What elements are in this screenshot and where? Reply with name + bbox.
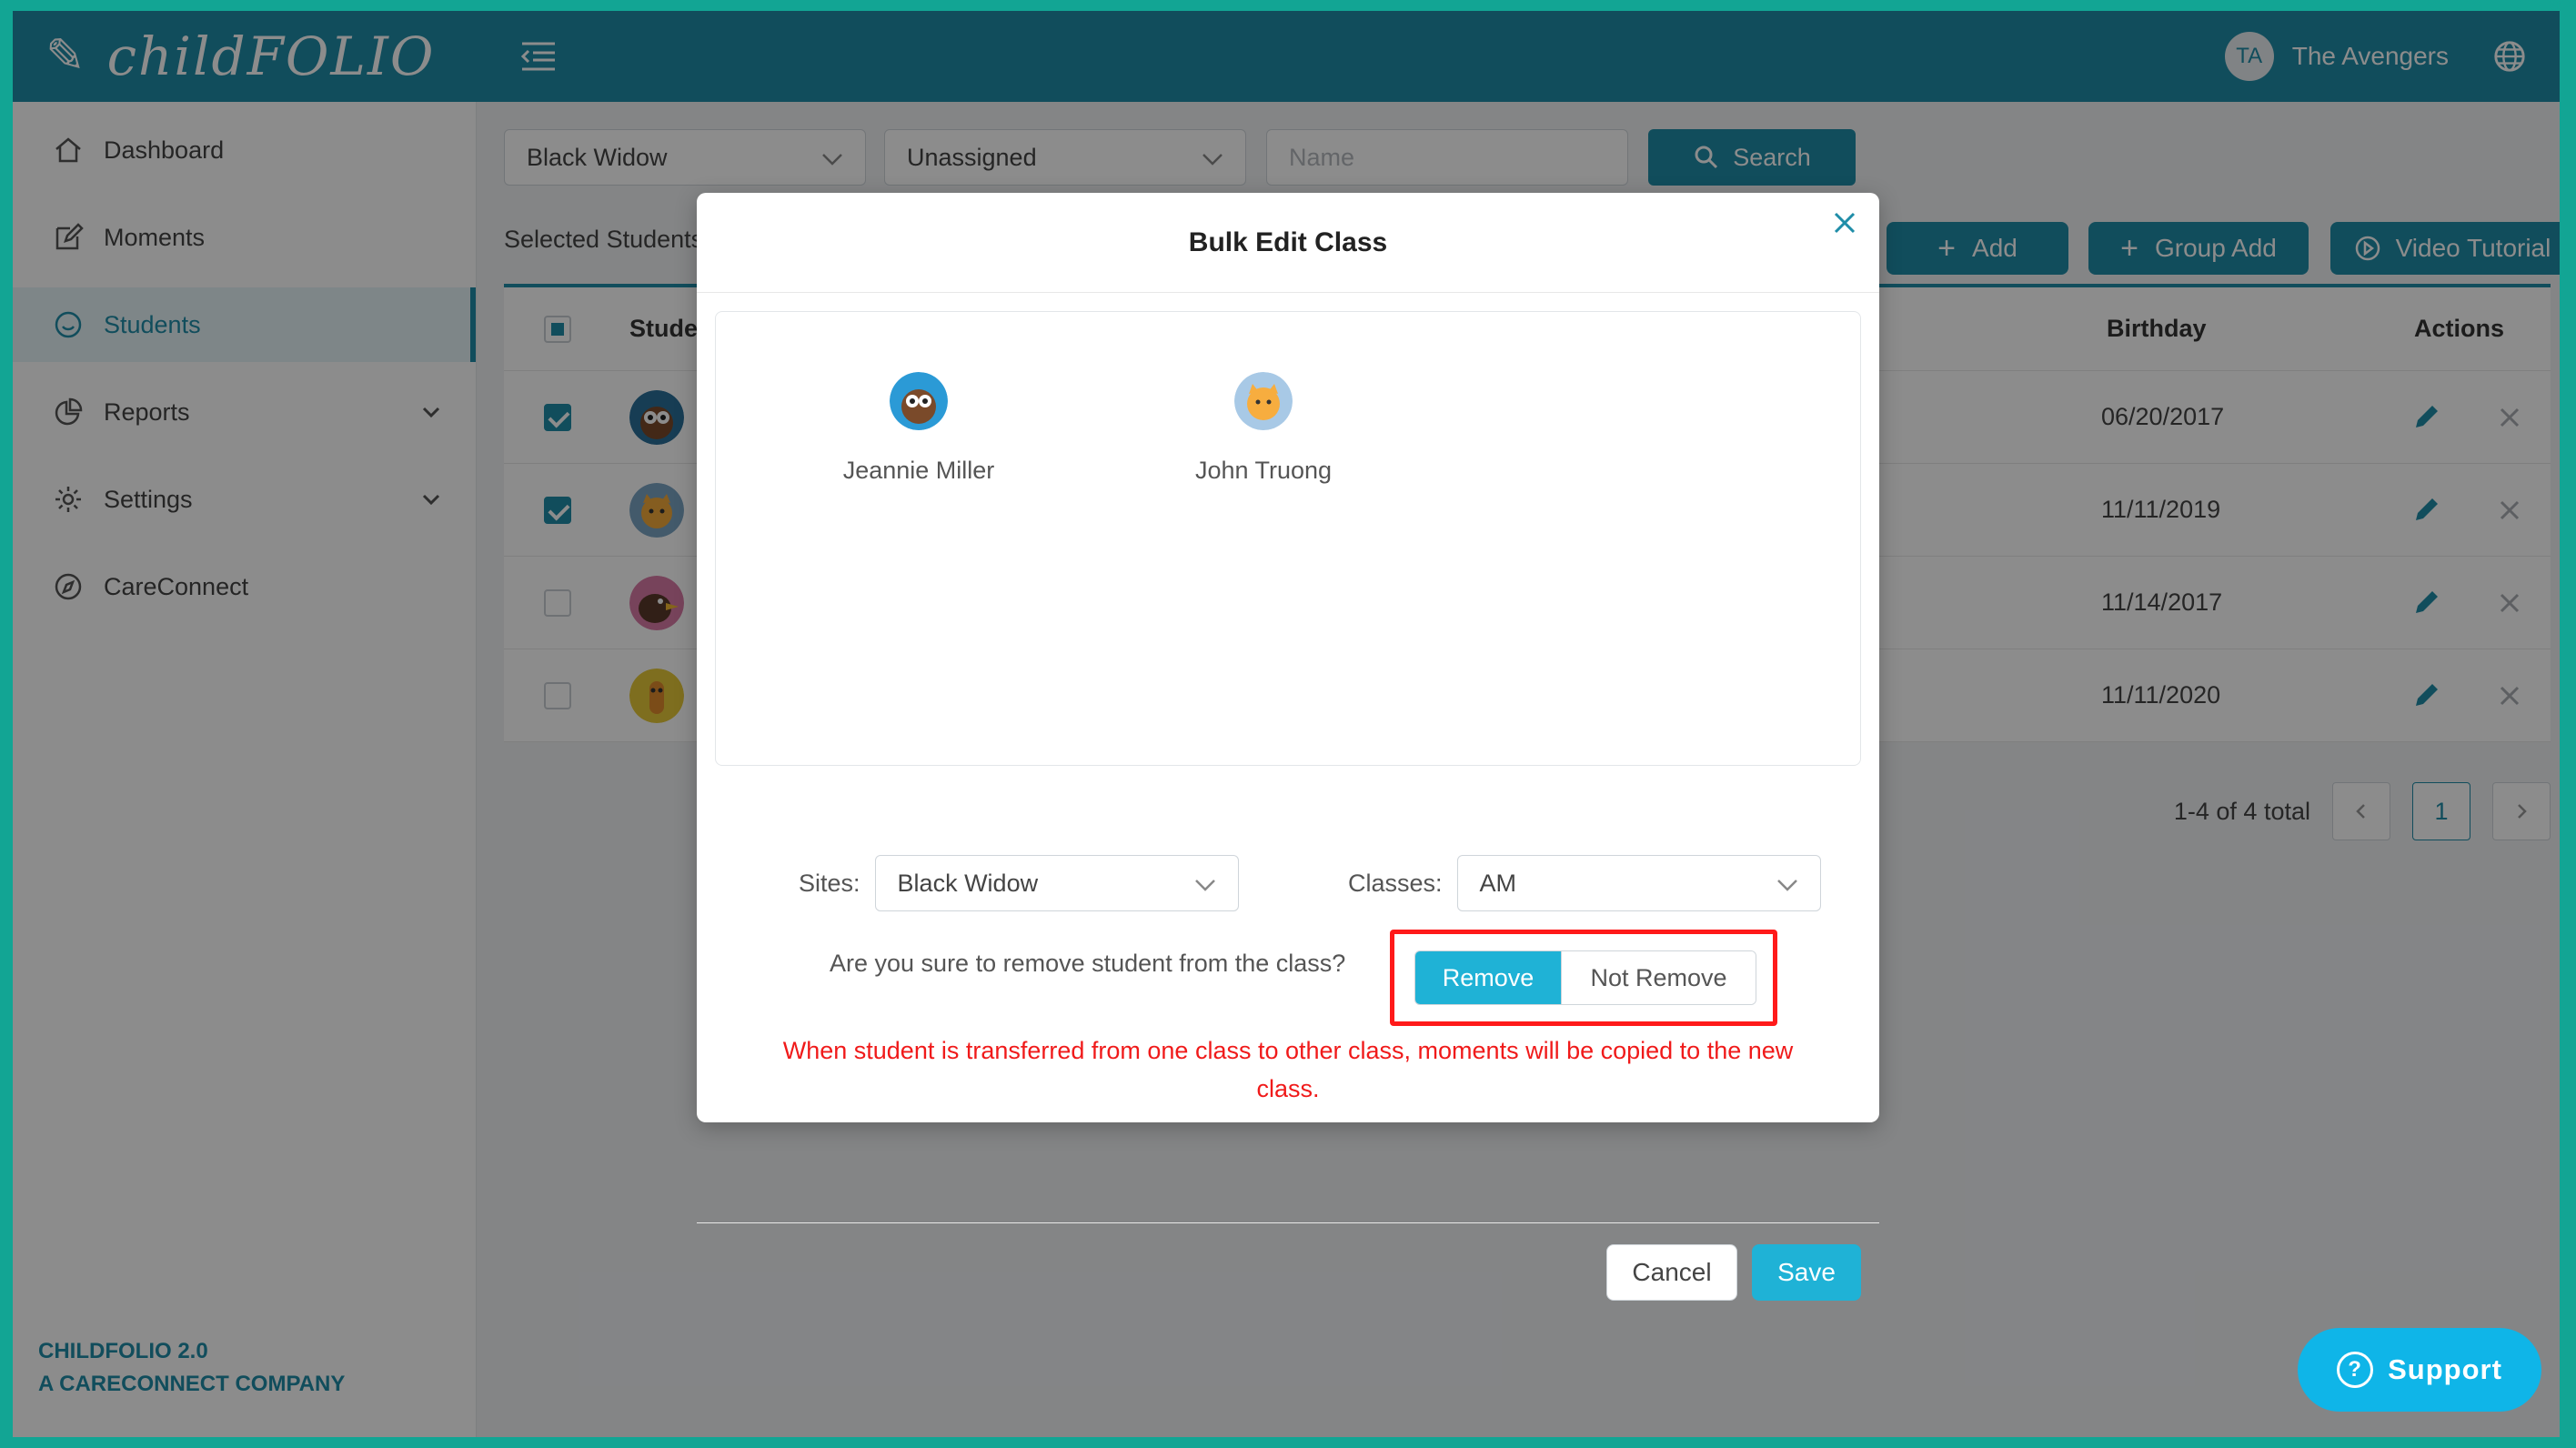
cat-avatar [1234, 372, 1293, 430]
app-window: ✎ childFOLIO TA The Avengers Dashboard M… [13, 11, 2560, 1437]
not-remove-option[interactable]: Not Remove [1561, 951, 1756, 1004]
transfer-warning: When student is transferred from one cla… [782, 1037, 1794, 1102]
classes-select[interactable]: AM [1456, 855, 1821, 911]
help-icon: ? [2337, 1352, 2374, 1388]
modal-footer [697, 1222, 1879, 1223]
sites-label: Sites: [799, 869, 860, 897]
owl-avatar [890, 372, 948, 430]
sites-select[interactable]: Black Widow [874, 855, 1239, 911]
bulk-edit-class-modal: Bulk Edit Class Jeannie Miller John Truo… [697, 193, 1879, 1301]
modal-close-button[interactable] [1826, 206, 1863, 242]
cancel-button[interactable]: Cancel [1606, 1244, 1737, 1301]
sites-field: Sites: Black Widow [799, 855, 1239, 911]
remove-option[interactable]: Remove [1415, 951, 1561, 1004]
modal-header: Bulk Edit Class [697, 193, 1879, 293]
sites-label-text: Sites [799, 869, 854, 897]
support-label: Support [2388, 1353, 2502, 1385]
student-name: Jeannie Miller [842, 457, 995, 484]
chevron-down-icon [1194, 880, 1215, 891]
selected-students-box: Jeannie Miller John Truong [715, 311, 1861, 766]
sites-select-value: Black Widow [897, 869, 1039, 897]
classes-field: Classes: AM [1348, 855, 1821, 911]
classes-select-value: AM [1479, 869, 1517, 897]
remove-toggle: Remove Not Remove [1414, 950, 1756, 1005]
close-icon [1834, 212, 1856, 233]
modal-title: Bulk Edit Class [1188, 226, 1388, 257]
classes-label: Classes: [1348, 869, 1443, 897]
classes-label-text: Classes [1348, 869, 1436, 897]
remove-prompt: Are you sure to remove student from the … [830, 950, 1346, 977]
chevron-down-icon [1776, 880, 1797, 891]
student-name: John Truong [1194, 457, 1333, 484]
selected-student: Jeannie Miller [819, 372, 1019, 485]
highlight-box: Remove Not Remove [1390, 930, 1777, 1026]
save-button[interactable]: Save [1752, 1244, 1861, 1301]
selected-student: John Truong [1163, 372, 1363, 485]
support-button[interactable]: ? Support [2298, 1328, 2541, 1412]
